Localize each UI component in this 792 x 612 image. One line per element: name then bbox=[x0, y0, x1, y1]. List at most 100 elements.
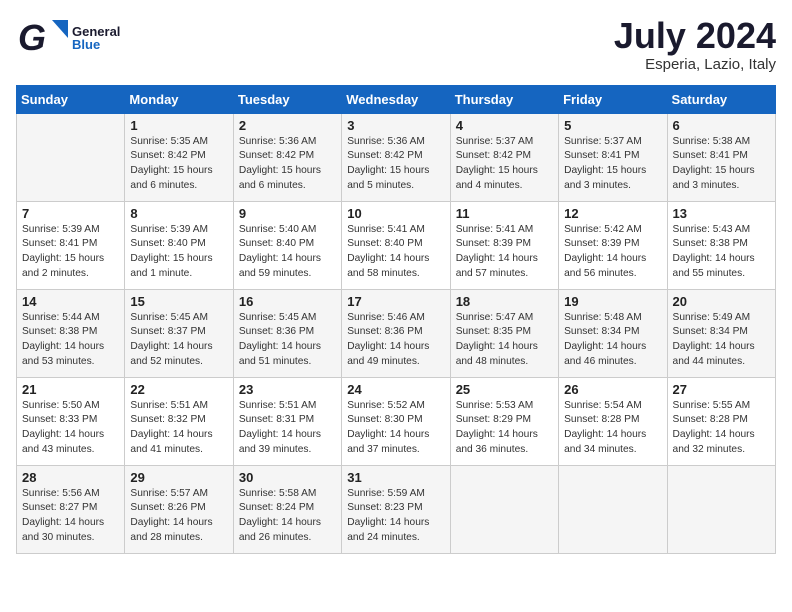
cell-sun-info: Sunrise: 5:56 AMSunset: 8:27 PMDaylight:… bbox=[22, 487, 119, 546]
cell-sun-info: Sunrise: 5:37 AMSunset: 8:41 PMDaylight:… bbox=[564, 135, 661, 194]
cell-sun-info: Sunrise: 5:59 AMSunset: 8:23 PMDaylight:… bbox=[347, 487, 444, 546]
calendar-cell: 28 Sunrise: 5:56 AMSunset: 8:27 PMDayligh… bbox=[17, 465, 125, 553]
calendar-cell: 5Sunrise: 5:37 AMSunset: 8:41 PMDaylight… bbox=[559, 113, 667, 201]
cell-sun-info: Sunrise: 5:45 AMSunset: 8:36 PMDaylight:… bbox=[239, 311, 336, 370]
day-number: 21 bbox=[22, 382, 119, 397]
month-year-title: July 2024 bbox=[614, 16, 776, 56]
cell-sun-info: Sunrise: 5:47 AMSunset: 8:35 PMDaylight:… bbox=[456, 311, 553, 370]
weekday-header-thursday: Thursday bbox=[450, 85, 558, 113]
cell-sun-info: Sunrise: 5:42 AMSunset: 8:39 PMDaylight:… bbox=[564, 223, 661, 282]
cell-sun-info: Sunrise: 5:52 AMSunset: 8:30 PMDaylight:… bbox=[347, 399, 444, 458]
day-number: 10 bbox=[347, 206, 444, 221]
calendar-table: SundayMondayTuesdayWednesdayThursdayFrid… bbox=[16, 85, 776, 554]
day-number: 19 bbox=[564, 294, 661, 309]
day-number: 27 bbox=[673, 382, 770, 397]
day-number: 7 bbox=[22, 206, 119, 221]
calendar-cell: 10 Sunrise: 5:41 AMSunset: 8:40 PMDayligh… bbox=[342, 201, 450, 289]
day-number: 26 bbox=[564, 382, 661, 397]
calendar-cell: 7 Sunrise: 5:39 AMSunset: 8:41 PMDaylight… bbox=[17, 201, 125, 289]
cell-sun-info: Sunrise: 5:57 AMSunset: 8:26 PMDaylight:… bbox=[130, 487, 227, 546]
cell-sun-info: Sunrise: 5:53 AMSunset: 8:29 PMDaylight:… bbox=[456, 399, 553, 458]
cell-sun-info: Sunrise: 5:54 AMSunset: 8:28 PMDaylight:… bbox=[564, 399, 661, 458]
cell-sun-info: Sunrise: 5:48 AMSunset: 8:34 PMDaylight:… bbox=[564, 311, 661, 370]
calendar-cell: 21 Sunrise: 5:50 AMSunset: 8:33 PMDayligh… bbox=[17, 377, 125, 465]
calendar-cell: 6Sunrise: 5:38 AMSunset: 8:41 PMDaylight… bbox=[667, 113, 775, 201]
day-number: 20 bbox=[673, 294, 770, 309]
calendar-cell: 12Sunrise: 5:42 AMSunset: 8:39 PMDayligh… bbox=[559, 201, 667, 289]
calendar-cell: 1Sunrise: 5:35 AMSunset: 8:42 PMDaylight… bbox=[125, 113, 233, 201]
calendar-cell: 16 Sunrise: 5:45 AMSunset: 8:36 PMDayligh… bbox=[233, 289, 341, 377]
cell-sun-info: Sunrise: 5:39 AMSunset: 8:41 PMDaylight:… bbox=[22, 223, 119, 282]
day-number: 22 bbox=[130, 382, 227, 397]
logo: G General Blue bbox=[16, 16, 120, 60]
page-header: G General Blue July 2024 Esperia, Lazio,… bbox=[16, 16, 776, 73]
cell-sun-info: Sunrise: 5:51 AMSunset: 8:31 PMDaylight:… bbox=[239, 399, 336, 458]
cell-sun-info: Sunrise: 5:41 AMSunset: 8:40 PMDaylight:… bbox=[347, 223, 444, 282]
calendar-cell: 26 Sunrise: 5:54 AMSunset: 8:28 PMDayligh… bbox=[559, 377, 667, 465]
week-row-4: 21 Sunrise: 5:50 AMSunset: 8:33 PMDayligh… bbox=[17, 377, 776, 465]
logo-blue-label: Blue bbox=[72, 38, 120, 51]
calendar-cell: 23 Sunrise: 5:51 AMSunset: 8:31 PMDayligh… bbox=[233, 377, 341, 465]
day-number: 11 bbox=[456, 206, 553, 221]
calendar-cell: 4 Sunrise: 5:37 AMSunset: 8:42 PMDaylight… bbox=[450, 113, 558, 201]
day-number: 23 bbox=[239, 382, 336, 397]
calendar-cell: 8Sunrise: 5:39 AMSunset: 8:40 PMDaylight… bbox=[125, 201, 233, 289]
logo-icon-area: G bbox=[16, 16, 68, 60]
day-number: 16 bbox=[239, 294, 336, 309]
cell-sun-info: Sunrise: 5:50 AMSunset: 8:33 PMDaylight:… bbox=[22, 399, 119, 458]
day-number: 28 bbox=[22, 470, 119, 485]
calendar-cell: 17 Sunrise: 5:46 AMSunset: 8:36 PMDayligh… bbox=[342, 289, 450, 377]
weekday-header-friday: Friday bbox=[559, 85, 667, 113]
svg-text:G: G bbox=[18, 17, 46, 58]
logo-svg: G bbox=[16, 16, 68, 60]
calendar-cell: 24 Sunrise: 5:52 AMSunset: 8:30 PMDayligh… bbox=[342, 377, 450, 465]
cell-sun-info: Sunrise: 5:45 AMSunset: 8:37 PMDaylight:… bbox=[130, 311, 227, 370]
day-number: 15 bbox=[130, 294, 227, 309]
day-number: 17 bbox=[347, 294, 444, 309]
day-number: 18 bbox=[456, 294, 553, 309]
calendar-cell: 22 Sunrise: 5:51 AMSunset: 8:32 PMDayligh… bbox=[125, 377, 233, 465]
day-number: 6 bbox=[673, 118, 770, 133]
day-number: 2 bbox=[239, 118, 336, 133]
cell-sun-info: Sunrise: 5:41 AMSunset: 8:39 PMDaylight:… bbox=[456, 223, 553, 282]
calendar-cell bbox=[450, 465, 558, 553]
cell-sun-info: Sunrise: 5:40 AMSunset: 8:40 PMDaylight:… bbox=[239, 223, 336, 282]
logo-text: General Blue bbox=[72, 25, 120, 51]
day-number: 29 bbox=[130, 470, 227, 485]
weekday-header-monday: Monday bbox=[125, 85, 233, 113]
day-number: 9 bbox=[239, 206, 336, 221]
day-number: 3 bbox=[347, 118, 444, 133]
calendar-cell: 29 Sunrise: 5:57 AMSunset: 8:26 PMDayligh… bbox=[125, 465, 233, 553]
day-number: 24 bbox=[347, 382, 444, 397]
title-area: July 2024 Esperia, Lazio, Italy bbox=[614, 16, 776, 73]
week-row-1: 1Sunrise: 5:35 AMSunset: 8:42 PMDaylight… bbox=[17, 113, 776, 201]
calendar-cell: 20Sunrise: 5:49 AMSunset: 8:34 PMDayligh… bbox=[667, 289, 775, 377]
calendar-cell: 30Sunrise: 5:58 AMSunset: 8:24 PMDayligh… bbox=[233, 465, 341, 553]
cell-sun-info: Sunrise: 5:46 AMSunset: 8:36 PMDaylight:… bbox=[347, 311, 444, 370]
weekday-header-row: SundayMondayTuesdayWednesdayThursdayFrid… bbox=[17, 85, 776, 113]
weekday-header-wednesday: Wednesday bbox=[342, 85, 450, 113]
cell-sun-info: Sunrise: 5:44 AMSunset: 8:38 PMDaylight:… bbox=[22, 311, 119, 370]
calendar-cell bbox=[667, 465, 775, 553]
weekday-header-sunday: Sunday bbox=[17, 85, 125, 113]
calendar-cell: 11 Sunrise: 5:41 AMSunset: 8:39 PMDayligh… bbox=[450, 201, 558, 289]
cell-sun-info: Sunrise: 5:36 AMSunset: 8:42 PMDaylight:… bbox=[347, 135, 444, 194]
day-number: 31 bbox=[347, 470, 444, 485]
day-number: 4 bbox=[456, 118, 553, 133]
cell-sun-info: Sunrise: 5:51 AMSunset: 8:32 PMDaylight:… bbox=[130, 399, 227, 458]
cell-sun-info: Sunrise: 5:35 AMSunset: 8:42 PMDaylight:… bbox=[130, 135, 227, 194]
weekday-header-saturday: Saturday bbox=[667, 85, 775, 113]
day-number: 14 bbox=[22, 294, 119, 309]
day-number: 8 bbox=[130, 206, 227, 221]
cell-sun-info: Sunrise: 5:37 AMSunset: 8:42 PMDaylight:… bbox=[456, 135, 553, 194]
calendar-cell: 27 Sunrise: 5:55 AMSunset: 8:28 PMDayligh… bbox=[667, 377, 775, 465]
calendar-cell: 18 Sunrise: 5:47 AMSunset: 8:35 PMDayligh… bbox=[450, 289, 558, 377]
cell-sun-info: Sunrise: 5:55 AMSunset: 8:28 PMDaylight:… bbox=[673, 399, 770, 458]
calendar-cell: 14 Sunrise: 5:44 AMSunset: 8:38 PMDayligh… bbox=[17, 289, 125, 377]
weekday-header-tuesday: Tuesday bbox=[233, 85, 341, 113]
calendar-cell: 13Sunrise: 5:43 AMSunset: 8:38 PMDayligh… bbox=[667, 201, 775, 289]
calendar-cell bbox=[17, 113, 125, 201]
calendar-cell: 19 Sunrise: 5:48 AMSunset: 8:34 PMDayligh… bbox=[559, 289, 667, 377]
location-label: Esperia, Lazio, Italy bbox=[614, 56, 776, 73]
day-number: 25 bbox=[456, 382, 553, 397]
